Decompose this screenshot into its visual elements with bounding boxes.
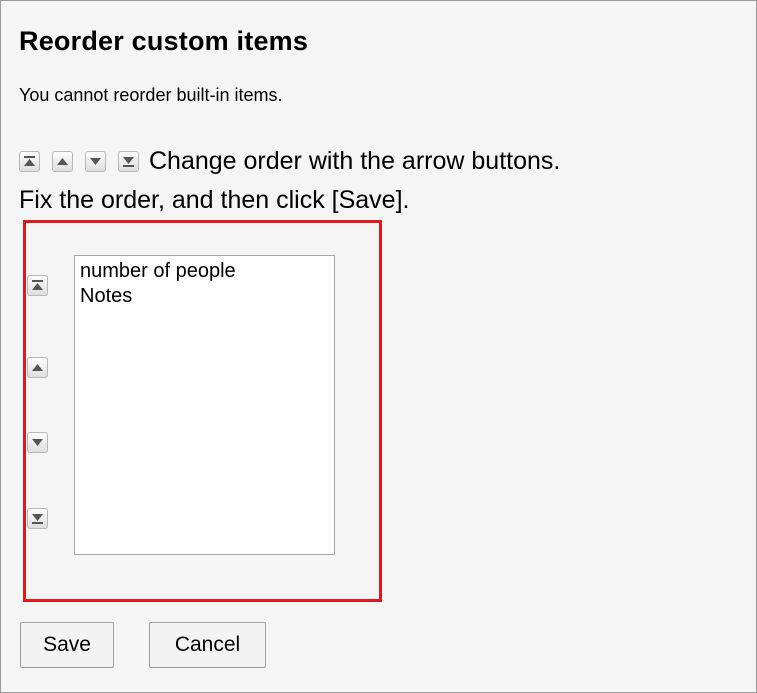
move-to-top-icon xyxy=(19,150,40,172)
page-title: Reorder custom items xyxy=(19,26,309,56)
builtin-items-notice: You cannot reorder built-in items. xyxy=(19,85,283,105)
move-down-button[interactable] xyxy=(27,432,48,453)
move-up-icon xyxy=(52,150,73,172)
list-option-notes[interactable]: Notes xyxy=(80,284,329,309)
move-to-top-icon xyxy=(32,280,43,290)
list-option-number-of-people[interactable]: number of people xyxy=(80,259,329,284)
move-to-top-button[interactable] xyxy=(27,275,48,296)
custom-items-listbox[interactable]: number of people Notes xyxy=(74,255,335,555)
move-to-bottom-icon xyxy=(32,514,43,524)
move-to-bottom-icon xyxy=(118,150,139,172)
instruction-save-text: Fix the order, and then click [Save]. xyxy=(19,186,410,214)
instruction-text: Change order with the arrow buttons. xyxy=(149,146,561,175)
cancel-button[interactable]: Cancel xyxy=(149,622,266,668)
instruction-line: Change order with the arrow buttons. xyxy=(19,145,560,177)
move-to-bottom-button[interactable] xyxy=(27,508,48,529)
save-button[interactable]: Save xyxy=(20,622,114,668)
move-down-icon xyxy=(85,150,106,172)
move-up-button[interactable] xyxy=(27,357,48,378)
move-down-icon xyxy=(32,439,43,446)
move-up-icon xyxy=(32,364,43,371)
